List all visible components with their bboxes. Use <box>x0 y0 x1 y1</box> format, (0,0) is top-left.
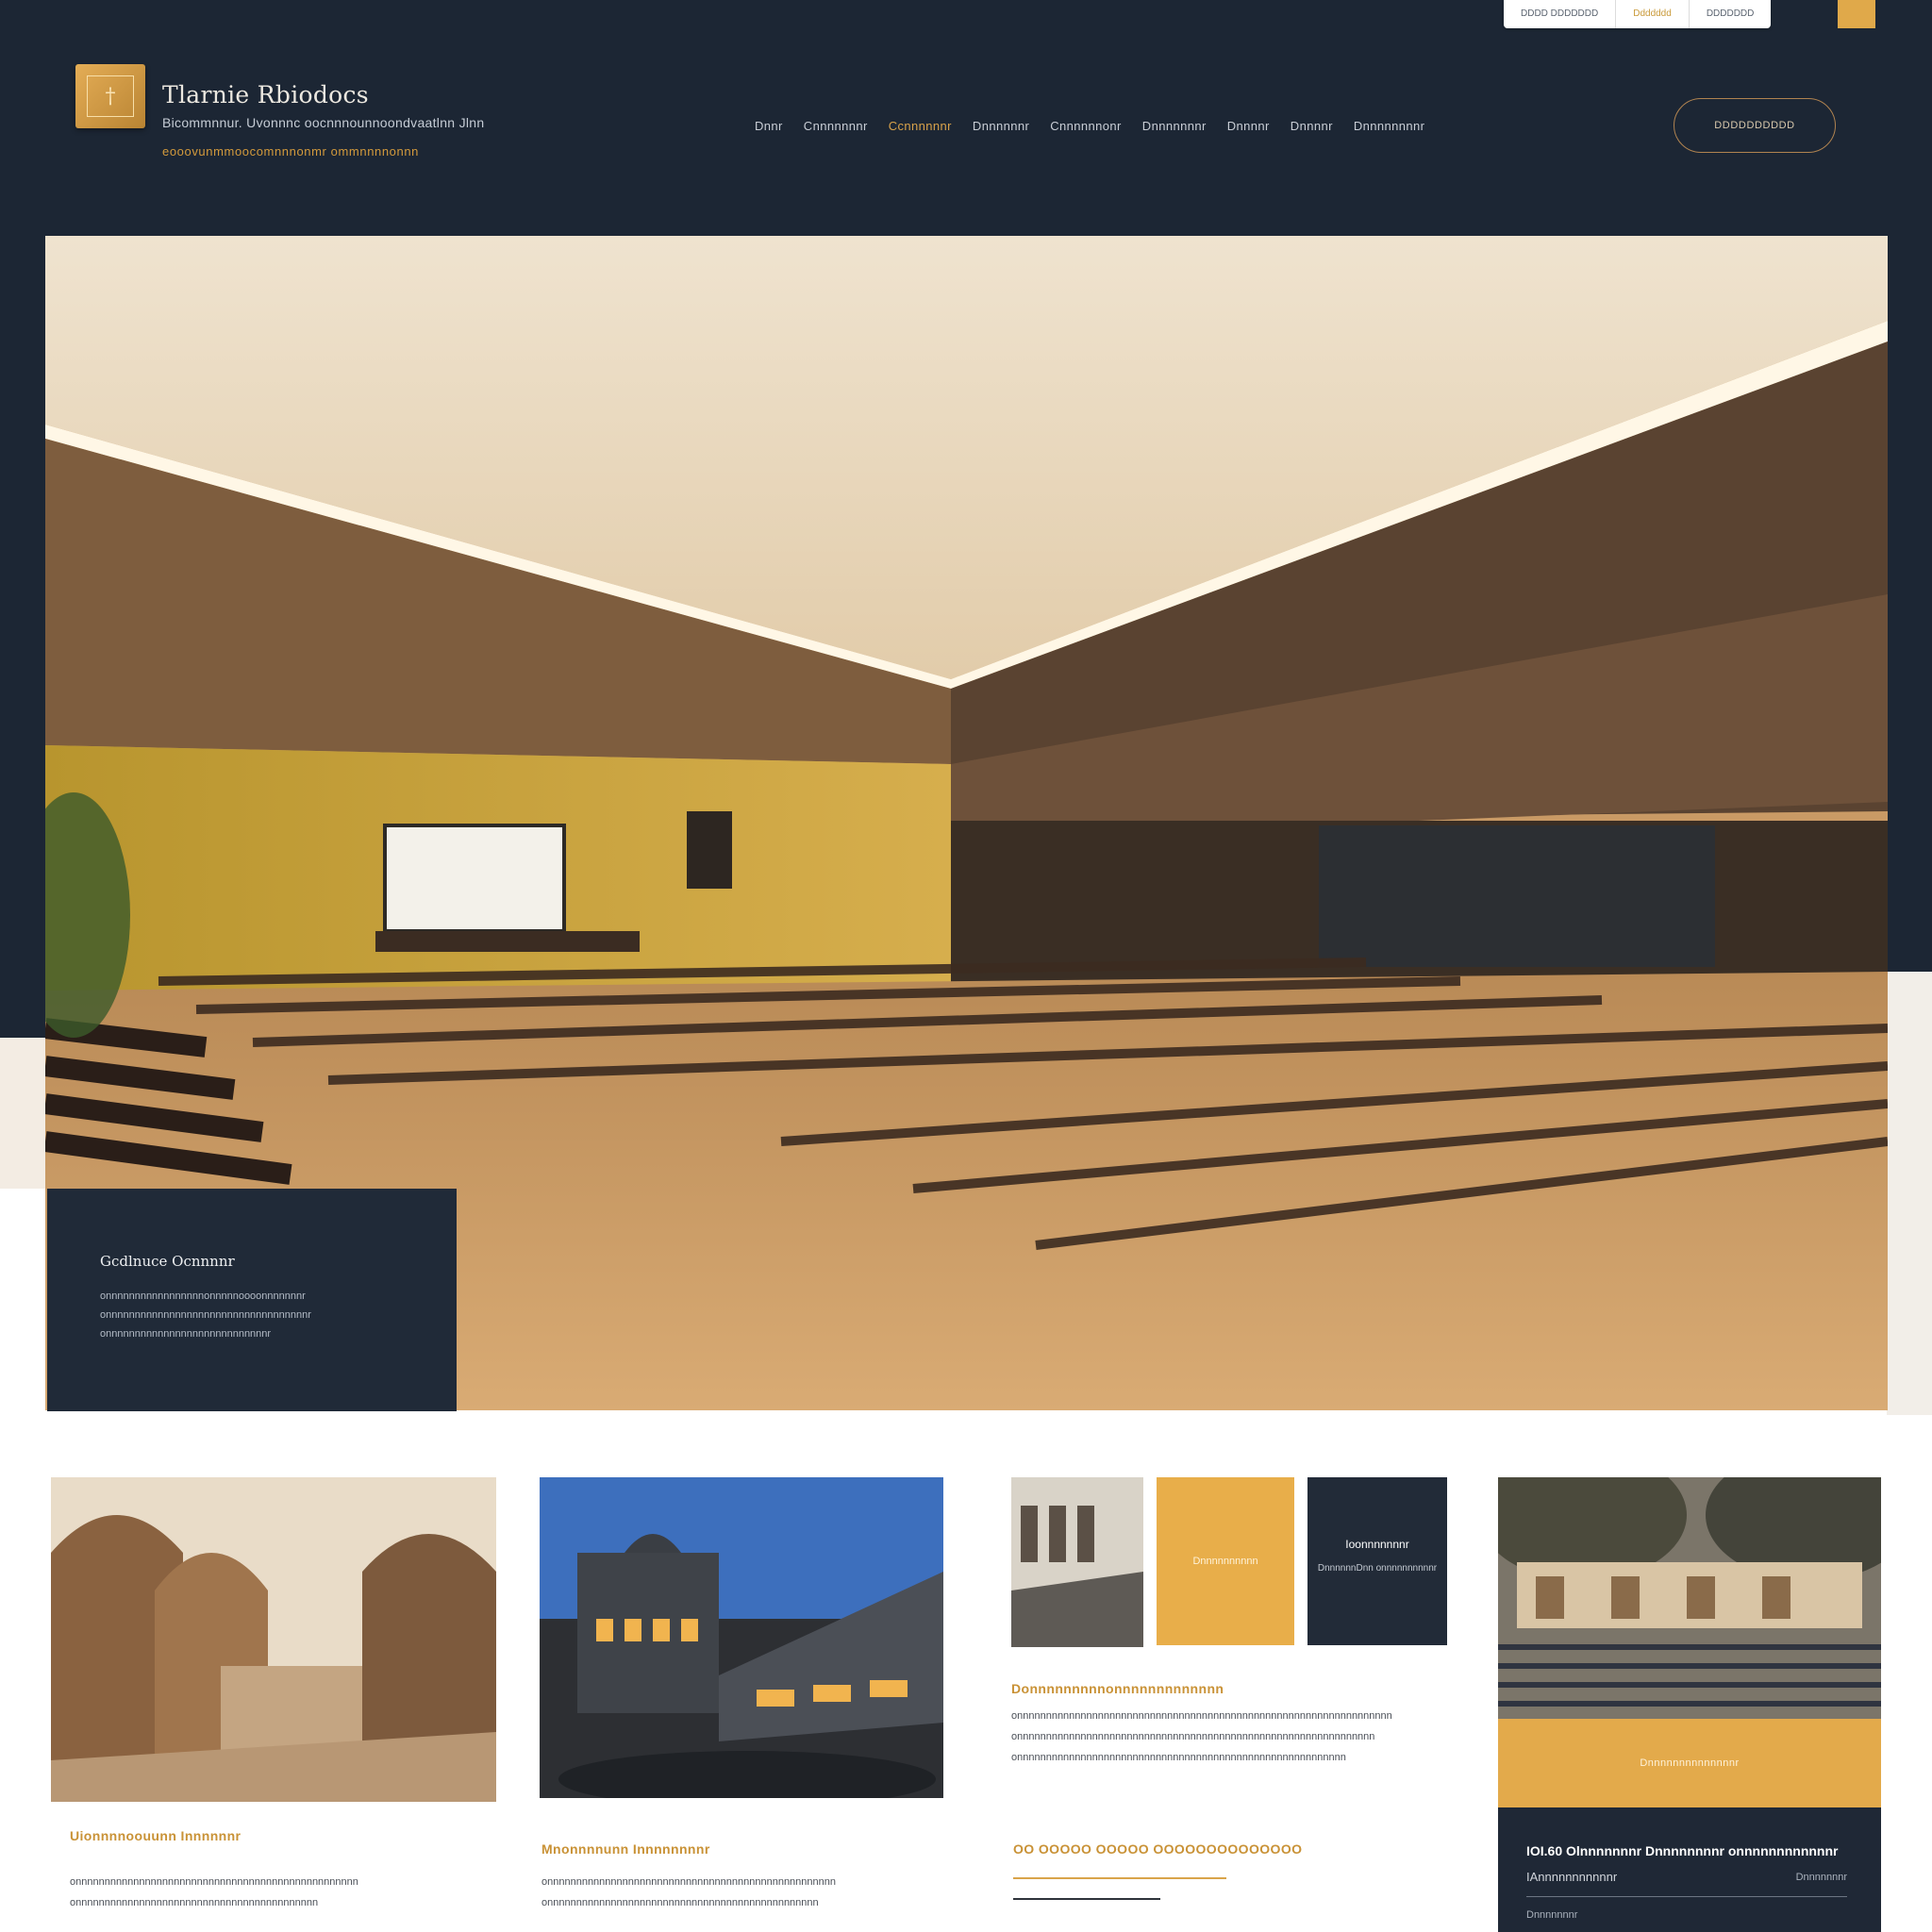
card-3-image[interactable] <box>1011 1477 1143 1647</box>
card-3-navy-tile-body: DnnnnnnDnn onnnnnnnnnnr <box>1317 1563 1438 1574</box>
pavilion-illustration <box>1498 1477 1881 1719</box>
nav-item-9[interactable]: Dnnnnnnnnr <box>1354 119 1425 133</box>
brand-name: Tlarnie Rbiodocs <box>162 81 369 108</box>
card-1-text: onnnnnnnnnnnnnnnnnnnnnnnnnnnnnnnnnnnnnnn… <box>70 1876 358 1908</box>
utility-tab-1[interactable]: DDDD DDDDDDD <box>1504 0 1617 28</box>
decor-strip-left <box>0 1038 47 1189</box>
cta-button[interactable]: DDDDDDDDDD <box>1674 98 1836 153</box>
decor-strip-right <box>1887 972 1932 1415</box>
card-4-panel-title[interactable]: IOI.60 Olnnnnnnnr Dnnnnnnnnr onnnnnnnnnn… <box>1526 1843 1838 1858</box>
card-4-gold-band-text: Dnnnnnnnnnnnnnnr <box>1640 1757 1740 1769</box>
card-4-panel-subtitle: IAnnnnnnnnnnnr <box>1526 1870 1618 1884</box>
card-4-image[interactable] <box>1498 1477 1881 1719</box>
card-1-image[interactable] <box>51 1477 496 1802</box>
card-3-divider <box>1013 1898 1160 1900</box>
card-3-divider-gold <box>1013 1877 1226 1879</box>
card-2-image[interactable] <box>540 1477 943 1798</box>
logo[interactable]: † <box>75 64 145 128</box>
card-3-gold-tile-text: Dnnnnnnnnnn <box>1192 1556 1258 1567</box>
main-nav: Dnnr Cnnnnnnnr Ccnnnnnnr Dnnnnnnr Cnnnnn… <box>755 119 1424 133</box>
hero-caption-body: onnnnnnnnnnnnnnnnnonnnnnoooonnnnnnnr onn… <box>100 1291 311 1340</box>
nav-item-1[interactable]: Dnnr <box>755 119 783 133</box>
nav-item-8[interactable]: Dnnnnr <box>1291 119 1333 133</box>
logo-cross-icon: † <box>87 75 134 117</box>
nav-item-2[interactable]: Cnnnnnnnr <box>804 119 868 133</box>
nav-item-4[interactable]: Dnnnnnnr <box>973 119 1029 133</box>
card-2-text: onnnnnnnnnnnnnnnnnnnnnnnnnnnnnnnnnnnnnnn… <box>541 1876 837 1908</box>
card-4-panel-meta: Dnnnnnnnr <box>1795 1872 1847 1883</box>
card-4-panel-footer: Dnnnnnnnr <box>1526 1909 1578 1921</box>
card-3-title[interactable]: Donnnnnnnnnonnnnnnnnnnnnn <box>1011 1681 1224 1696</box>
card-4-gold-band[interactable]: Dnnnnnnnnnnnnnnr <box>1498 1719 1881 1807</box>
concert-hall-illustration <box>51 1477 496 1802</box>
card-3-gold-tile[interactable]: Dnnnnnnnnnn <box>1157 1477 1294 1645</box>
card-1-title[interactable]: Uionnnnoouunn Innnnnnr <box>70 1828 241 1843</box>
card-4-navy-panel: IOI.60 Olnnnnnnnr Dnnnnnnnnr onnnnnnnnnn… <box>1498 1807 1881 1932</box>
brand-tagline: eooovunmmoocomnnnonmr ommnnnnonnn <box>162 144 420 158</box>
nav-item-6[interactable]: Dnnnnnnnr <box>1142 119 1207 133</box>
utility-tab-2[interactable]: Ddddddd <box>1616 0 1690 28</box>
building-facade-illustration <box>1011 1477 1143 1647</box>
nav-item-5[interactable]: Cnnnnnnonr <box>1050 119 1122 133</box>
nav-item-3-active[interactable]: Ccnnnnnnr <box>889 119 952 133</box>
card-3-text: onnnnnnnnnnnnnnnnnnnnnnnnnnnnnnnnnnnnnnn… <box>1011 1710 1392 1763</box>
nav-item-7[interactable]: Dnnnnr <box>1227 119 1270 133</box>
card-3-heading-2[interactable]: OO OOOOO OOOOO OOOOOOOOOOOOOO <box>1013 1841 1302 1857</box>
hero-caption-title: Gcdlnuce Ocnnnnr <box>100 1253 235 1270</box>
card-2-title[interactable]: Mnonnnnunn Innnnnnnnr <box>541 1841 710 1857</box>
card-4-panel-divider <box>1526 1896 1847 1897</box>
utility-accent-button[interactable] <box>1838 0 1875 28</box>
card-3-navy-tile[interactable]: Ioonnnnnnnr DnnnnnnDnn onnnnnnnnnnr <box>1307 1477 1447 1645</box>
utility-tab-3[interactable]: DDDDDDD <box>1690 0 1772 28</box>
campus-building-illustration <box>540 1477 943 1798</box>
utility-tabs: DDDD DDDDDDD Ddddddd DDDDDDD <box>1504 0 1772 28</box>
brand-subtitle: Bicommnnur. Uvonnnc oocnnnounnoondvaatln… <box>162 115 485 130</box>
hero-caption-panel: Gcdlnuce Ocnnnnr onnnnnnnnnnnnnnnnnonnnn… <box>47 1189 457 1411</box>
card-3-navy-tile-title: Ioonnnnnnnr <box>1345 1538 1409 1551</box>
